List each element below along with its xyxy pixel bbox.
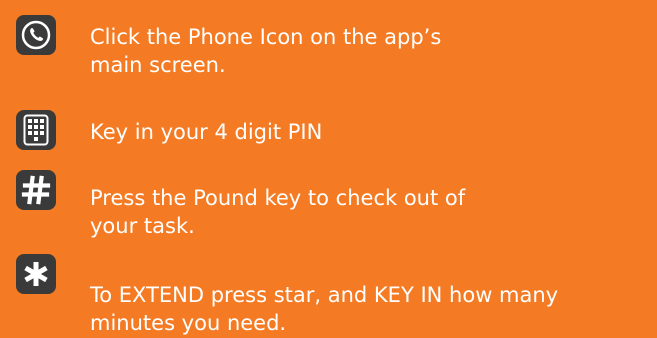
instruction-line: Click the Phone Icon on the app’s xyxy=(90,25,442,49)
instruction-text-keypad: Key in your 4 digit PIN xyxy=(90,118,650,146)
instruction-line: your task. xyxy=(90,214,195,238)
instruction-line: Key in your 4 digit PIN xyxy=(90,120,323,144)
instruction-line: minutes you need. xyxy=(90,311,287,335)
pound-icon xyxy=(16,170,56,210)
keypad-icon xyxy=(16,110,56,150)
instruction-text-star: To EXTEND press star, and KEY IN how man… xyxy=(90,281,650,337)
instruction-line: To EXTEND press star, and KEY IN how man… xyxy=(90,283,559,307)
instruction-text-pound: Press the Pound key to check out of your… xyxy=(90,184,650,240)
instruction-line: main screen. xyxy=(90,53,226,77)
phone-icon xyxy=(16,15,56,55)
instruction-line: Press the Pound key to check out of xyxy=(90,186,466,210)
instruction-text-phone: Click the Phone Icon on the app’s main s… xyxy=(90,23,650,79)
star-icon xyxy=(16,254,56,294)
